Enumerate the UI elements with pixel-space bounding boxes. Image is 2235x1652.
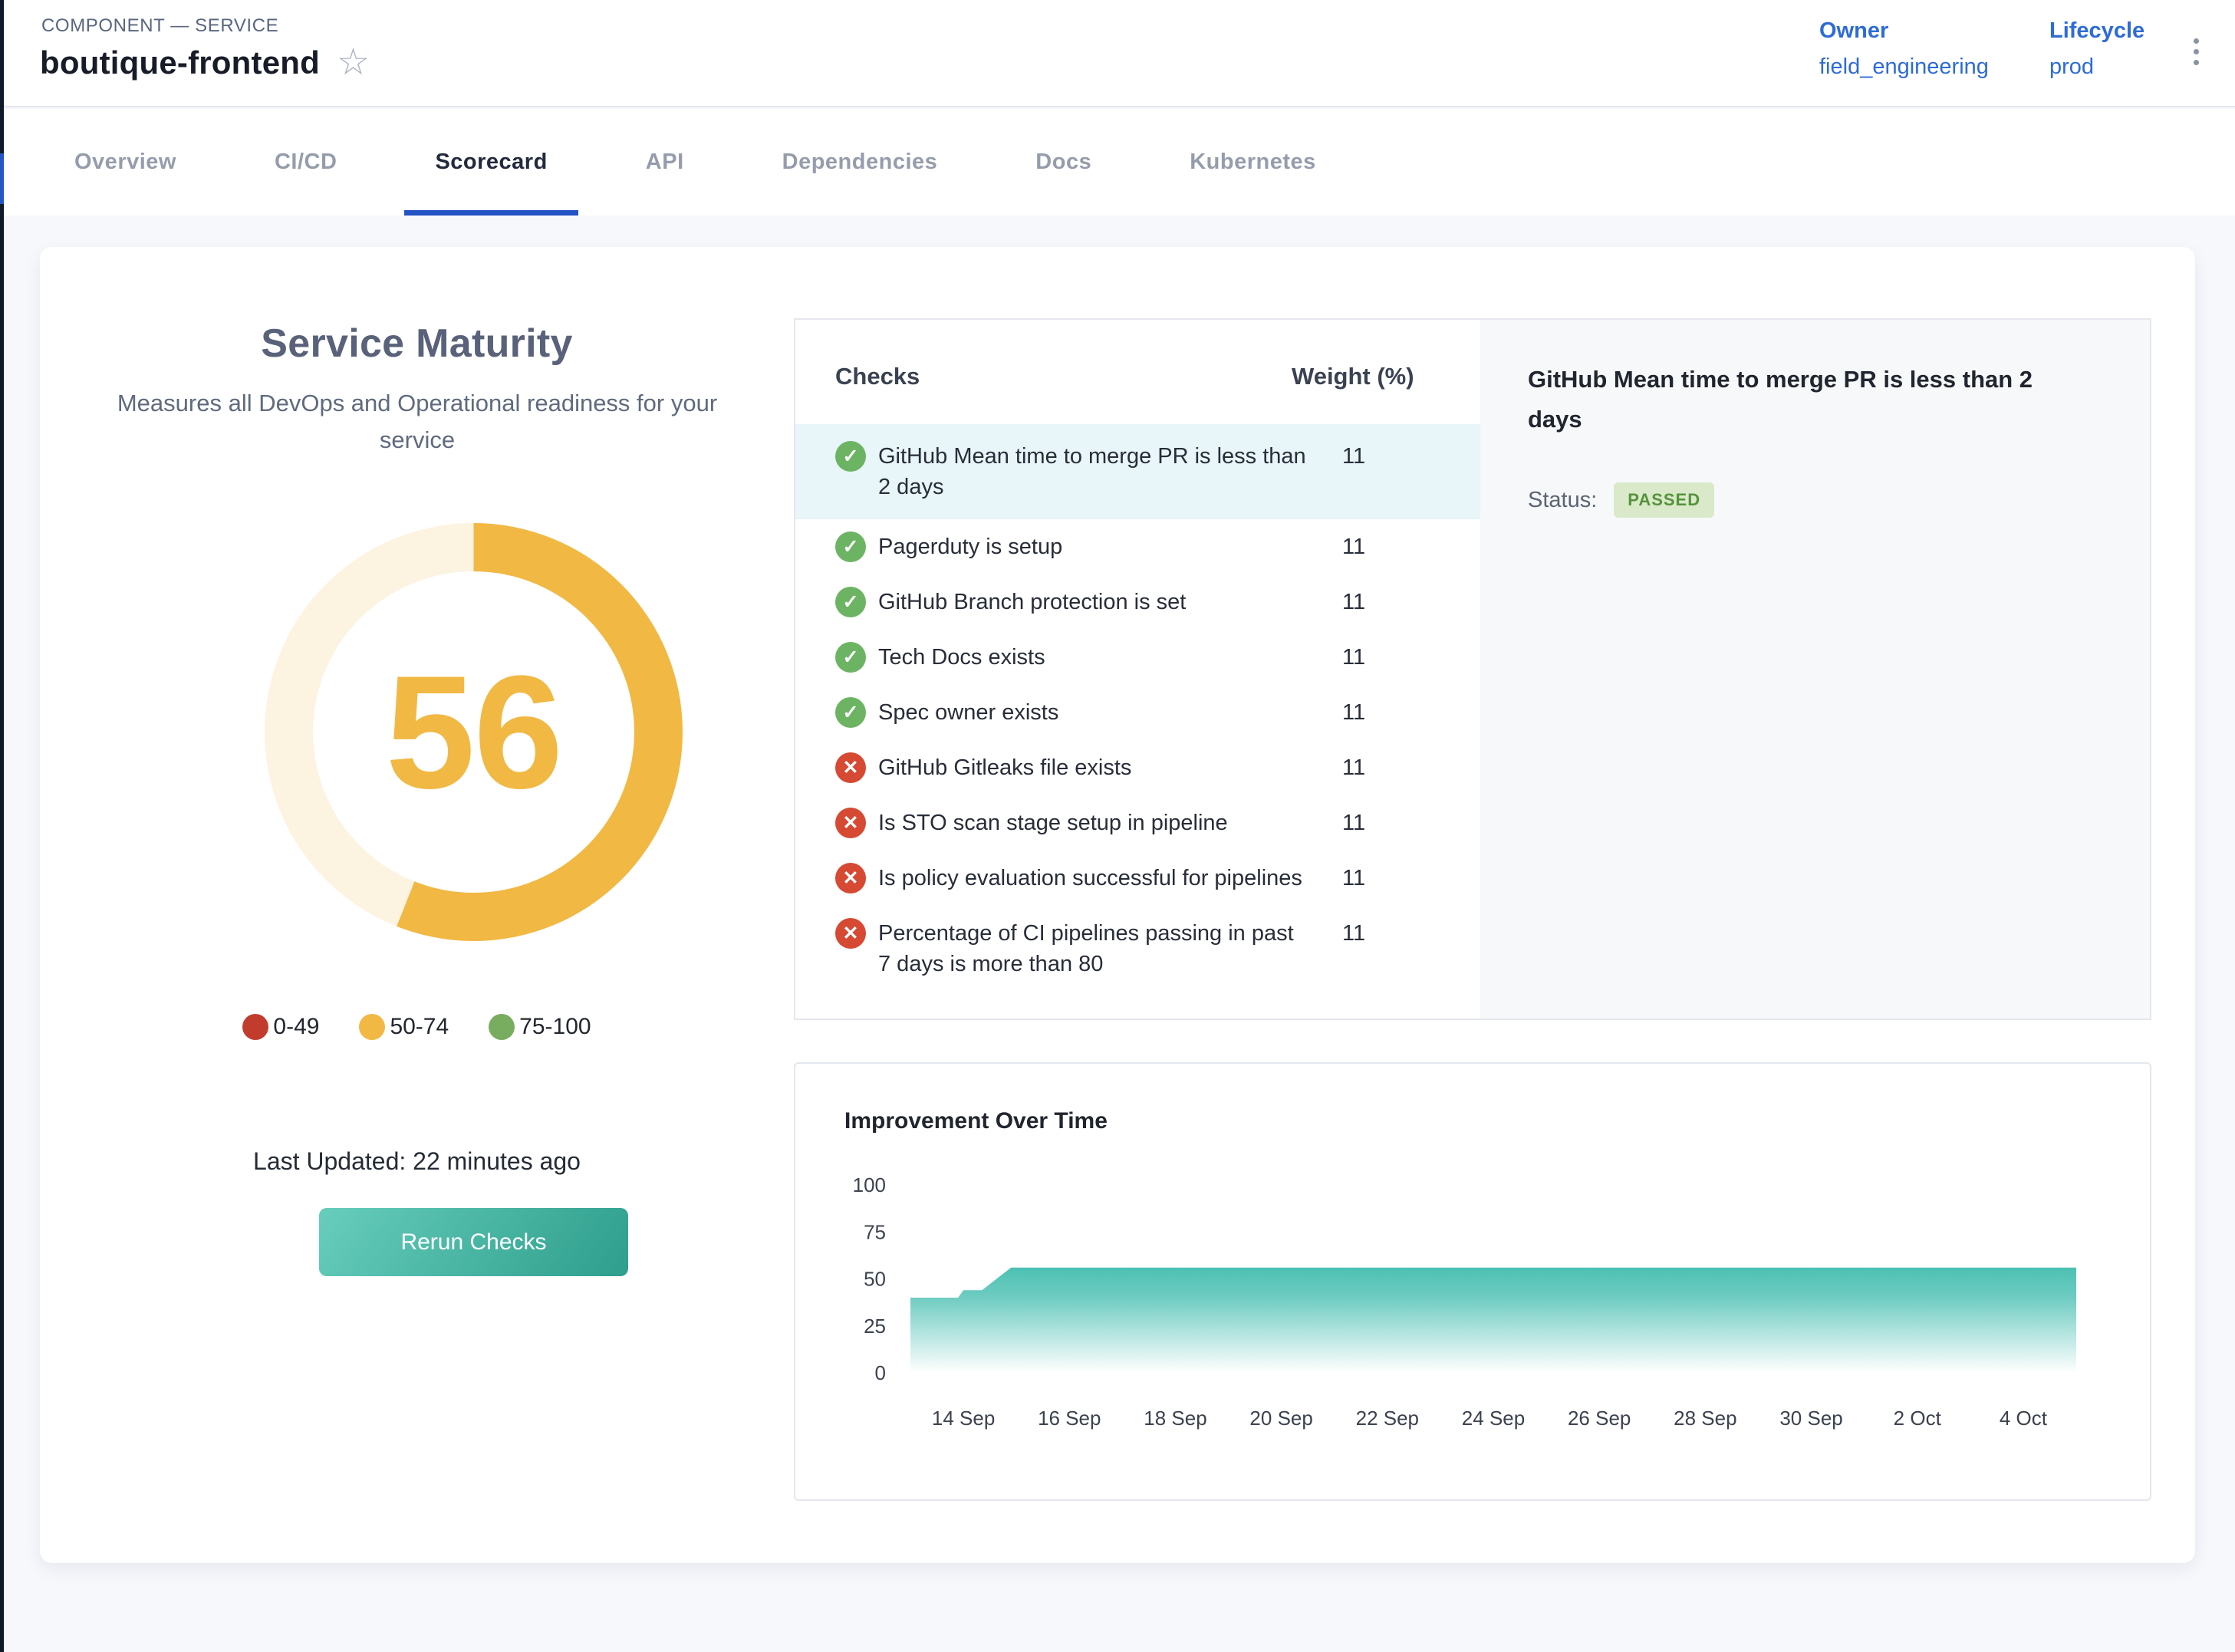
svg-text:20 Sep: 20 Sep [1249, 1407, 1312, 1430]
kebab-menu-icon[interactable] [2189, 34, 2204, 70]
svg-text:30 Sep: 30 Sep [1779, 1407, 1842, 1430]
owner-label: Owner [1819, 18, 1989, 44]
check-row[interactable]: ✕ Is STO scan stage setup in pipeline 11 [795, 795, 1480, 851]
check-detail-panel: GitHub Mean time to merge PR is less tha… [1480, 320, 2150, 1019]
check-label: Is STO scan stage setup in pipeline [878, 808, 1308, 838]
last-updated-text: Last Updated: 22 minutes ago [40, 1147, 794, 1176]
check-label: GitHub Gitleaks file exists [878, 752, 1308, 783]
check-passed-icon: ✓ [835, 697, 866, 728]
tab-kubernetes[interactable]: Kubernetes [1159, 109, 1347, 216]
rerun-checks-button[interactable]: Rerun Checks [319, 1208, 628, 1276]
improvement-chart-card: Improvement Over Time 025507510014 Sep16… [794, 1062, 2151, 1501]
legend-label: 50-74 [390, 1014, 449, 1040]
legend-item: 75-100 [489, 1014, 591, 1040]
check-passed-icon: ✓ [835, 642, 866, 673]
check-detail-title: GitHub Mean time to merge PR is less tha… [1528, 360, 2072, 439]
window-left-edge [0, 0, 4, 1652]
legend-dot [489, 1014, 515, 1040]
legend-dot [359, 1014, 385, 1040]
check-label: GitHub Branch protection is set [878, 587, 1308, 617]
scorecard-panel: Service Maturity Measures all DevOps and… [40, 247, 2195, 1563]
check-passed-icon: ✓ [835, 531, 866, 562]
svg-text:4 Oct: 4 Oct [2000, 1407, 2048, 1430]
window-left-edge-accent [0, 153, 4, 204]
check-row[interactable]: ✕ Is policy evaluation successful for pip… [795, 851, 1480, 906]
page-header: COMPONENT — SERVICE boutique-frontend ☆ … [0, 0, 2235, 107]
check-row[interactable]: ✕ GitHub Gitleaks file exists 11 [795, 740, 1480, 795]
svg-text:0: 0 [875, 1361, 886, 1384]
check-label: Spec owner exists [878, 697, 1308, 728]
tab-api[interactable]: API [615, 109, 715, 216]
check-failed-icon: ✕ [835, 752, 866, 783]
tab-docs[interactable]: Docs [1005, 109, 1122, 216]
svg-text:2 Oct: 2 Oct [1894, 1407, 1942, 1430]
star-favorite-icon[interactable]: ☆ [337, 44, 370, 81]
svg-text:50: 50 [864, 1268, 886, 1291]
check-row[interactable]: ✓ GitHub Mean time to merge PR is less th… [795, 424, 1480, 519]
status-badge: PASSED [1614, 482, 1714, 518]
check-label: Is policy evaluation successful for pipe… [878, 863, 1308, 893]
breadcrumb: COMPONENT — SERVICE [41, 15, 278, 37]
tab-dependencies[interactable]: Dependencies [752, 109, 969, 216]
svg-text:16 Sep: 16 Sep [1038, 1407, 1101, 1430]
svg-text:25: 25 [864, 1315, 886, 1338]
check-weight: 11 [1342, 863, 1365, 893]
svg-text:26 Sep: 26 Sep [1568, 1407, 1631, 1430]
check-label: Tech Docs exists [878, 642, 1308, 673]
tab-overview[interactable]: Overview [44, 109, 207, 216]
check-label: Pagerduty is setup [878, 531, 1308, 562]
page-title: boutique-frontend [40, 44, 320, 81]
check-weight: 11 [1342, 441, 1365, 472]
check-weight: 11 [1342, 642, 1365, 673]
score-value: 56 [386, 640, 562, 825]
lifecycle-label: Lifecycle [2049, 18, 2144, 44]
weight-column-header: Weight (%) [1292, 363, 1414, 390]
svg-text:14 Sep: 14 Sep [932, 1407, 995, 1430]
checks-section: Checks Weight (%) ✓ GitHub Mean time to m… [794, 318, 2151, 1020]
check-weight: 11 [1342, 808, 1365, 838]
svg-text:100: 100 [853, 1173, 886, 1196]
owner-value-link[interactable]: field_engineering [1819, 54, 1989, 80]
check-weight: 11 [1342, 697, 1365, 728]
lifecycle-value[interactable]: prod [2049, 54, 2144, 80]
check-row[interactable]: ✓ Tech Docs exists 11 [795, 630, 1480, 685]
check-failed-icon: ✕ [835, 863, 866, 893]
legend-item: 50-74 [359, 1014, 449, 1040]
check-row[interactable]: ✓ Spec owner exists 11 [795, 685, 1480, 740]
check-failed-icon: ✕ [835, 918, 866, 949]
check-label: Percentage of CI pipelines passing in pa… [878, 918, 1308, 979]
score-legend: 0-49 50-74 75-100 [40, 1014, 794, 1040]
check-row[interactable]: ✕ Percentage of CI pipelines passing in p… [795, 906, 1480, 992]
svg-text:28 Sep: 28 Sep [1674, 1407, 1736, 1430]
status-label: Status: [1528, 488, 1597, 513]
legend-dot [242, 1014, 268, 1040]
scorecard-title: Service Maturity [40, 321, 794, 367]
scorecard-subtitle: Measures all DevOps and Operational read… [87, 385, 747, 459]
improvement-area-chart: 0 25 50 75 100 14 Sep 16 Sep 18 Sep 20 Sep 22 Sep… [795, 1064, 2153, 1502]
check-passed-icon: ✓ [835, 441, 866, 472]
svg-text:22 Sep: 22 Sep [1356, 1407, 1419, 1430]
check-failed-icon: ✕ [835, 808, 866, 838]
check-weight: 11 [1342, 918, 1365, 949]
svg-text:24 Sep: 24 Sep [1462, 1407, 1525, 1430]
check-label: GitHub Mean time to merge PR is less tha… [878, 441, 1308, 502]
check-passed-icon: ✓ [835, 587, 866, 617]
legend-label: 75-100 [519, 1014, 591, 1040]
legend-label: 0-49 [273, 1014, 319, 1040]
tab-scorecard[interactable]: Scorecard [404, 109, 578, 216]
maturity-summary: Service Maturity Measures all DevOps and… [40, 247, 794, 1563]
score-donut-chart: 56 [265, 523, 683, 941]
svg-text:18 Sep: 18 Sep [1144, 1407, 1206, 1430]
svg-text:75: 75 [864, 1220, 886, 1243]
tab-bar: Overview CI/CD Scorecard API Dependencies Doc… [4, 109, 2235, 216]
check-weight: 11 [1342, 587, 1365, 617]
checks-column-header: Checks [835, 363, 1292, 390]
checks-list: Checks Weight (%) ✓ GitHub Mean time to m… [795, 320, 1480, 1019]
check-weight: 11 [1342, 752, 1365, 783]
tab-ci-cd[interactable]: CI/CD [244, 109, 367, 216]
check-row[interactable]: ✓ GitHub Branch protection is set 11 [795, 574, 1480, 630]
check-row[interactable]: ✓ Pagerduty is setup 11 [795, 519, 1480, 574]
check-weight: 11 [1342, 531, 1365, 562]
legend-item: 0-49 [242, 1014, 319, 1040]
